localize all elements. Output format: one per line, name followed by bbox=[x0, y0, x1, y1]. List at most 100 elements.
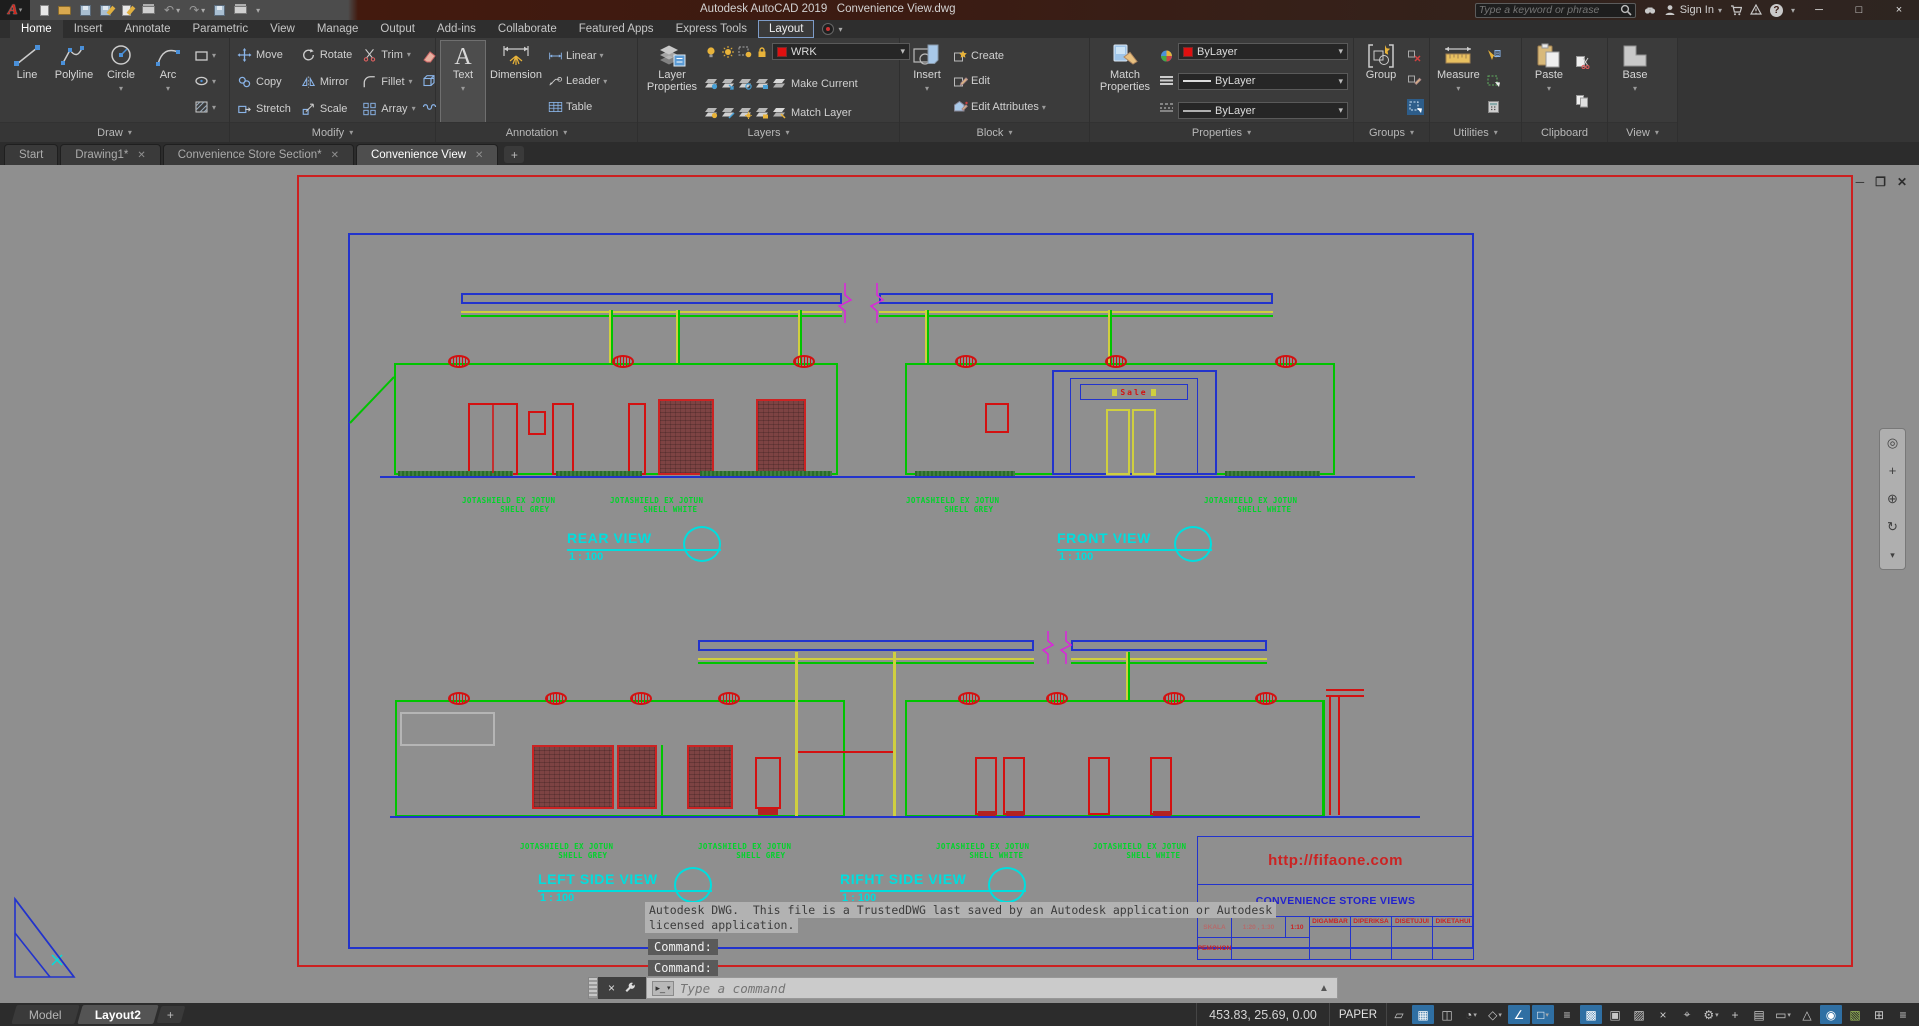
ribbon-display-toggle-icon[interactable]: ▾ bbox=[838, 25, 842, 34]
pan-icon[interactable]: + bbox=[1889, 464, 1897, 478]
linetype-list-icon[interactable] bbox=[1159, 100, 1174, 114]
close-button[interactable]: × bbox=[1879, 0, 1919, 20]
group-edit-button[interactable] bbox=[1407, 74, 1424, 88]
panel-label-groups[interactable]: Groups▾ bbox=[1354, 122, 1429, 142]
create-block-button[interactable]: Create bbox=[953, 49, 1046, 63]
status-icon-hardware-acceleration[interactable]: ◉ bbox=[1820, 1005, 1842, 1024]
new-drawing-tab-button[interactable]: + bbox=[504, 146, 524, 163]
cart-icon[interactable] bbox=[1730, 4, 1742, 16]
status-icon-paper-model-toggle[interactable]: ▱ bbox=[1388, 1005, 1410, 1024]
ribbon-tab-annotate[interactable]: Annotate bbox=[113, 20, 181, 38]
mirror-button[interactable]: Mirror bbox=[301, 75, 352, 89]
save-as-icon[interactable] bbox=[100, 5, 113, 16]
help-search[interactable] bbox=[1475, 3, 1636, 18]
status-icon-selection-filtering[interactable]: ▨ bbox=[1628, 1005, 1650, 1024]
fillet-button[interactable]: Fillet▾ bbox=[362, 75, 415, 89]
scale-button[interactable]: Scale bbox=[301, 102, 352, 116]
cut-button[interactable] bbox=[1575, 55, 1590, 69]
status-icon-snap-mode[interactable]: ◫ bbox=[1436, 1005, 1458, 1024]
status-icon-isolate-objects[interactable]: △ bbox=[1796, 1005, 1818, 1024]
status-icon-object-snap-tracking[interactable]: ∠ bbox=[1508, 1005, 1530, 1024]
move-button[interactable]: Move bbox=[237, 48, 291, 62]
lineweight-dropdown[interactable]: ByLayer ▾ bbox=[1178, 73, 1348, 90]
polyline-button[interactable]: Polyline bbox=[52, 41, 96, 122]
ribbon-tab-collaborate[interactable]: Collaborate bbox=[487, 20, 568, 38]
sheet-set-icon[interactable] bbox=[214, 5, 225, 16]
base-button[interactable]: Base ▾ bbox=[1613, 41, 1657, 122]
file-tab-start[interactable]: Start bbox=[4, 144, 58, 165]
status-icon-graphics-performance[interactable]: ▧ bbox=[1844, 1005, 1866, 1024]
group-button[interactable]: Group bbox=[1359, 41, 1403, 122]
new-file-icon[interactable] bbox=[40, 5, 49, 16]
dimension-button[interactable]: Dimension bbox=[488, 41, 544, 122]
binoculars-icon[interactable] bbox=[1644, 4, 1656, 16]
command-prompt-icon[interactable]: ▸_▾ bbox=[652, 981, 674, 996]
command-drag-handle[interactable] bbox=[588, 977, 598, 999]
offset-button[interactable] bbox=[422, 100, 437, 114]
layer-viewport-freeze-icon[interactable] bbox=[738, 46, 752, 58]
help-icon[interactable]: ? bbox=[1770, 4, 1783, 17]
rotate-button[interactable]: Rotate bbox=[301, 48, 352, 62]
status-icon-selection-cycling[interactable]: ▣ bbox=[1604, 1005, 1626, 1024]
viewport-restore-icon[interactable]: ❐ bbox=[1875, 175, 1886, 189]
status-icon-clean-screen[interactable]: ⊞ bbox=[1868, 1005, 1890, 1024]
layer-properties-button[interactable]: Layer Properties bbox=[643, 41, 701, 122]
viewport-close-icon[interactable]: ✕ bbox=[1897, 175, 1907, 189]
layer-dropdown[interactable]: WRK ▾ bbox=[772, 43, 910, 60]
status-icon-lineweight-display[interactable]: ≡ bbox=[1556, 1005, 1578, 1024]
panel-label-properties[interactable]: Properties▾ bbox=[1090, 122, 1353, 142]
new-layout-button[interactable]: + bbox=[156, 1006, 185, 1023]
save-icon[interactable] bbox=[80, 5, 91, 16]
status-icon-dynamic-input[interactable]: ⌖ bbox=[1676, 1005, 1698, 1024]
copy-button[interactable]: Copy bbox=[237, 75, 291, 89]
ribbon-tab-express-tools[interactable]: Express Tools bbox=[665, 20, 758, 38]
trim-button[interactable]: Trim▾ bbox=[362, 48, 415, 62]
text-button[interactable]: A Text ▾ bbox=[441, 41, 485, 122]
hatch-button[interactable]: ▾ bbox=[194, 100, 216, 114]
redo-icon[interactable]: ↷▾ bbox=[189, 5, 205, 15]
search-icon[interactable] bbox=[1620, 4, 1632, 16]
layer-sheet-lock-icon[interactable] bbox=[755, 78, 769, 90]
ellipse-button[interactable]: ▾ bbox=[194, 74, 216, 88]
array-button[interactable]: Array▾ bbox=[362, 102, 415, 116]
sign-in-button[interactable]: Sign In ▾ bbox=[1664, 4, 1722, 16]
layer-lock-icon[interactable] bbox=[755, 46, 769, 58]
ribbon-tab-view[interactable]: View bbox=[259, 20, 306, 38]
close-icon[interactable]: ✕ bbox=[137, 150, 145, 161]
export-icon[interactable] bbox=[122, 5, 133, 16]
color-wheel-icon[interactable] bbox=[1159, 49, 1174, 63]
stretch-button[interactable]: Stretch bbox=[237, 102, 291, 116]
panel-label-annotation[interactable]: Annotation▾ bbox=[436, 122, 637, 142]
plot-preview-icon[interactable] bbox=[234, 6, 247, 14]
table-button[interactable]: Table bbox=[548, 100, 607, 114]
make-current-button[interactable]: Make Current bbox=[791, 78, 858, 90]
quick-select-button[interactable] bbox=[1486, 49, 1501, 63]
edit-block-button[interactable]: Edit bbox=[953, 74, 1046, 88]
erase-button[interactable] bbox=[422, 49, 437, 63]
group-selection-toggle[interactable] bbox=[1407, 99, 1424, 115]
status-icon-annotation-monitor[interactable]: + bbox=[1724, 1005, 1746, 1024]
model-tab[interactable]: Model bbox=[11, 1005, 79, 1024]
id-point-button[interactable] bbox=[1486, 74, 1501, 88]
linear-dimension-button[interactable]: Linear▾ bbox=[548, 49, 607, 63]
plot-icon[interactable] bbox=[142, 6, 155, 14]
lineweight-list-icon[interactable] bbox=[1159, 74, 1174, 88]
edit-attributes-button[interactable]: Edit Attributes▾ bbox=[953, 100, 1046, 114]
layer-sheet-move-icon[interactable] bbox=[721, 107, 735, 119]
measure-button[interactable]: Measure ▾ bbox=[1435, 41, 1482, 122]
status-icon-transparency[interactable]: ▩ bbox=[1580, 1005, 1602, 1024]
ribbon-tab-parametric[interactable]: Parametric bbox=[182, 20, 260, 38]
layer-sheet-unlock-icon[interactable] bbox=[755, 107, 769, 119]
circle-button[interactable]: Circle ▾ bbox=[99, 41, 143, 122]
panel-label-block[interactable]: Block▾ bbox=[900, 122, 1089, 142]
copy-clip-button[interactable] bbox=[1575, 94, 1590, 108]
layer-sheet-arrow-icon[interactable] bbox=[721, 78, 735, 90]
layer-thaw-icon[interactable] bbox=[721, 46, 735, 58]
drawing-viewport[interactable]: ─ ❐ ✕ Sale JOTASHIELD EX JOTUNSHELL GREY bbox=[0, 165, 1919, 1003]
layer-sheet-freeze-icon[interactable] bbox=[738, 78, 752, 90]
file-tab-drawing1[interactable]: Drawing1*✕ bbox=[60, 144, 160, 165]
layer-sheet-bulb-icon[interactable] bbox=[704, 107, 718, 119]
close-icon[interactable]: ✕ bbox=[331, 150, 339, 161]
qat-customize-icon[interactable]: ▾ bbox=[256, 6, 260, 15]
layout2-tab[interactable]: Layout2 bbox=[77, 1005, 158, 1024]
